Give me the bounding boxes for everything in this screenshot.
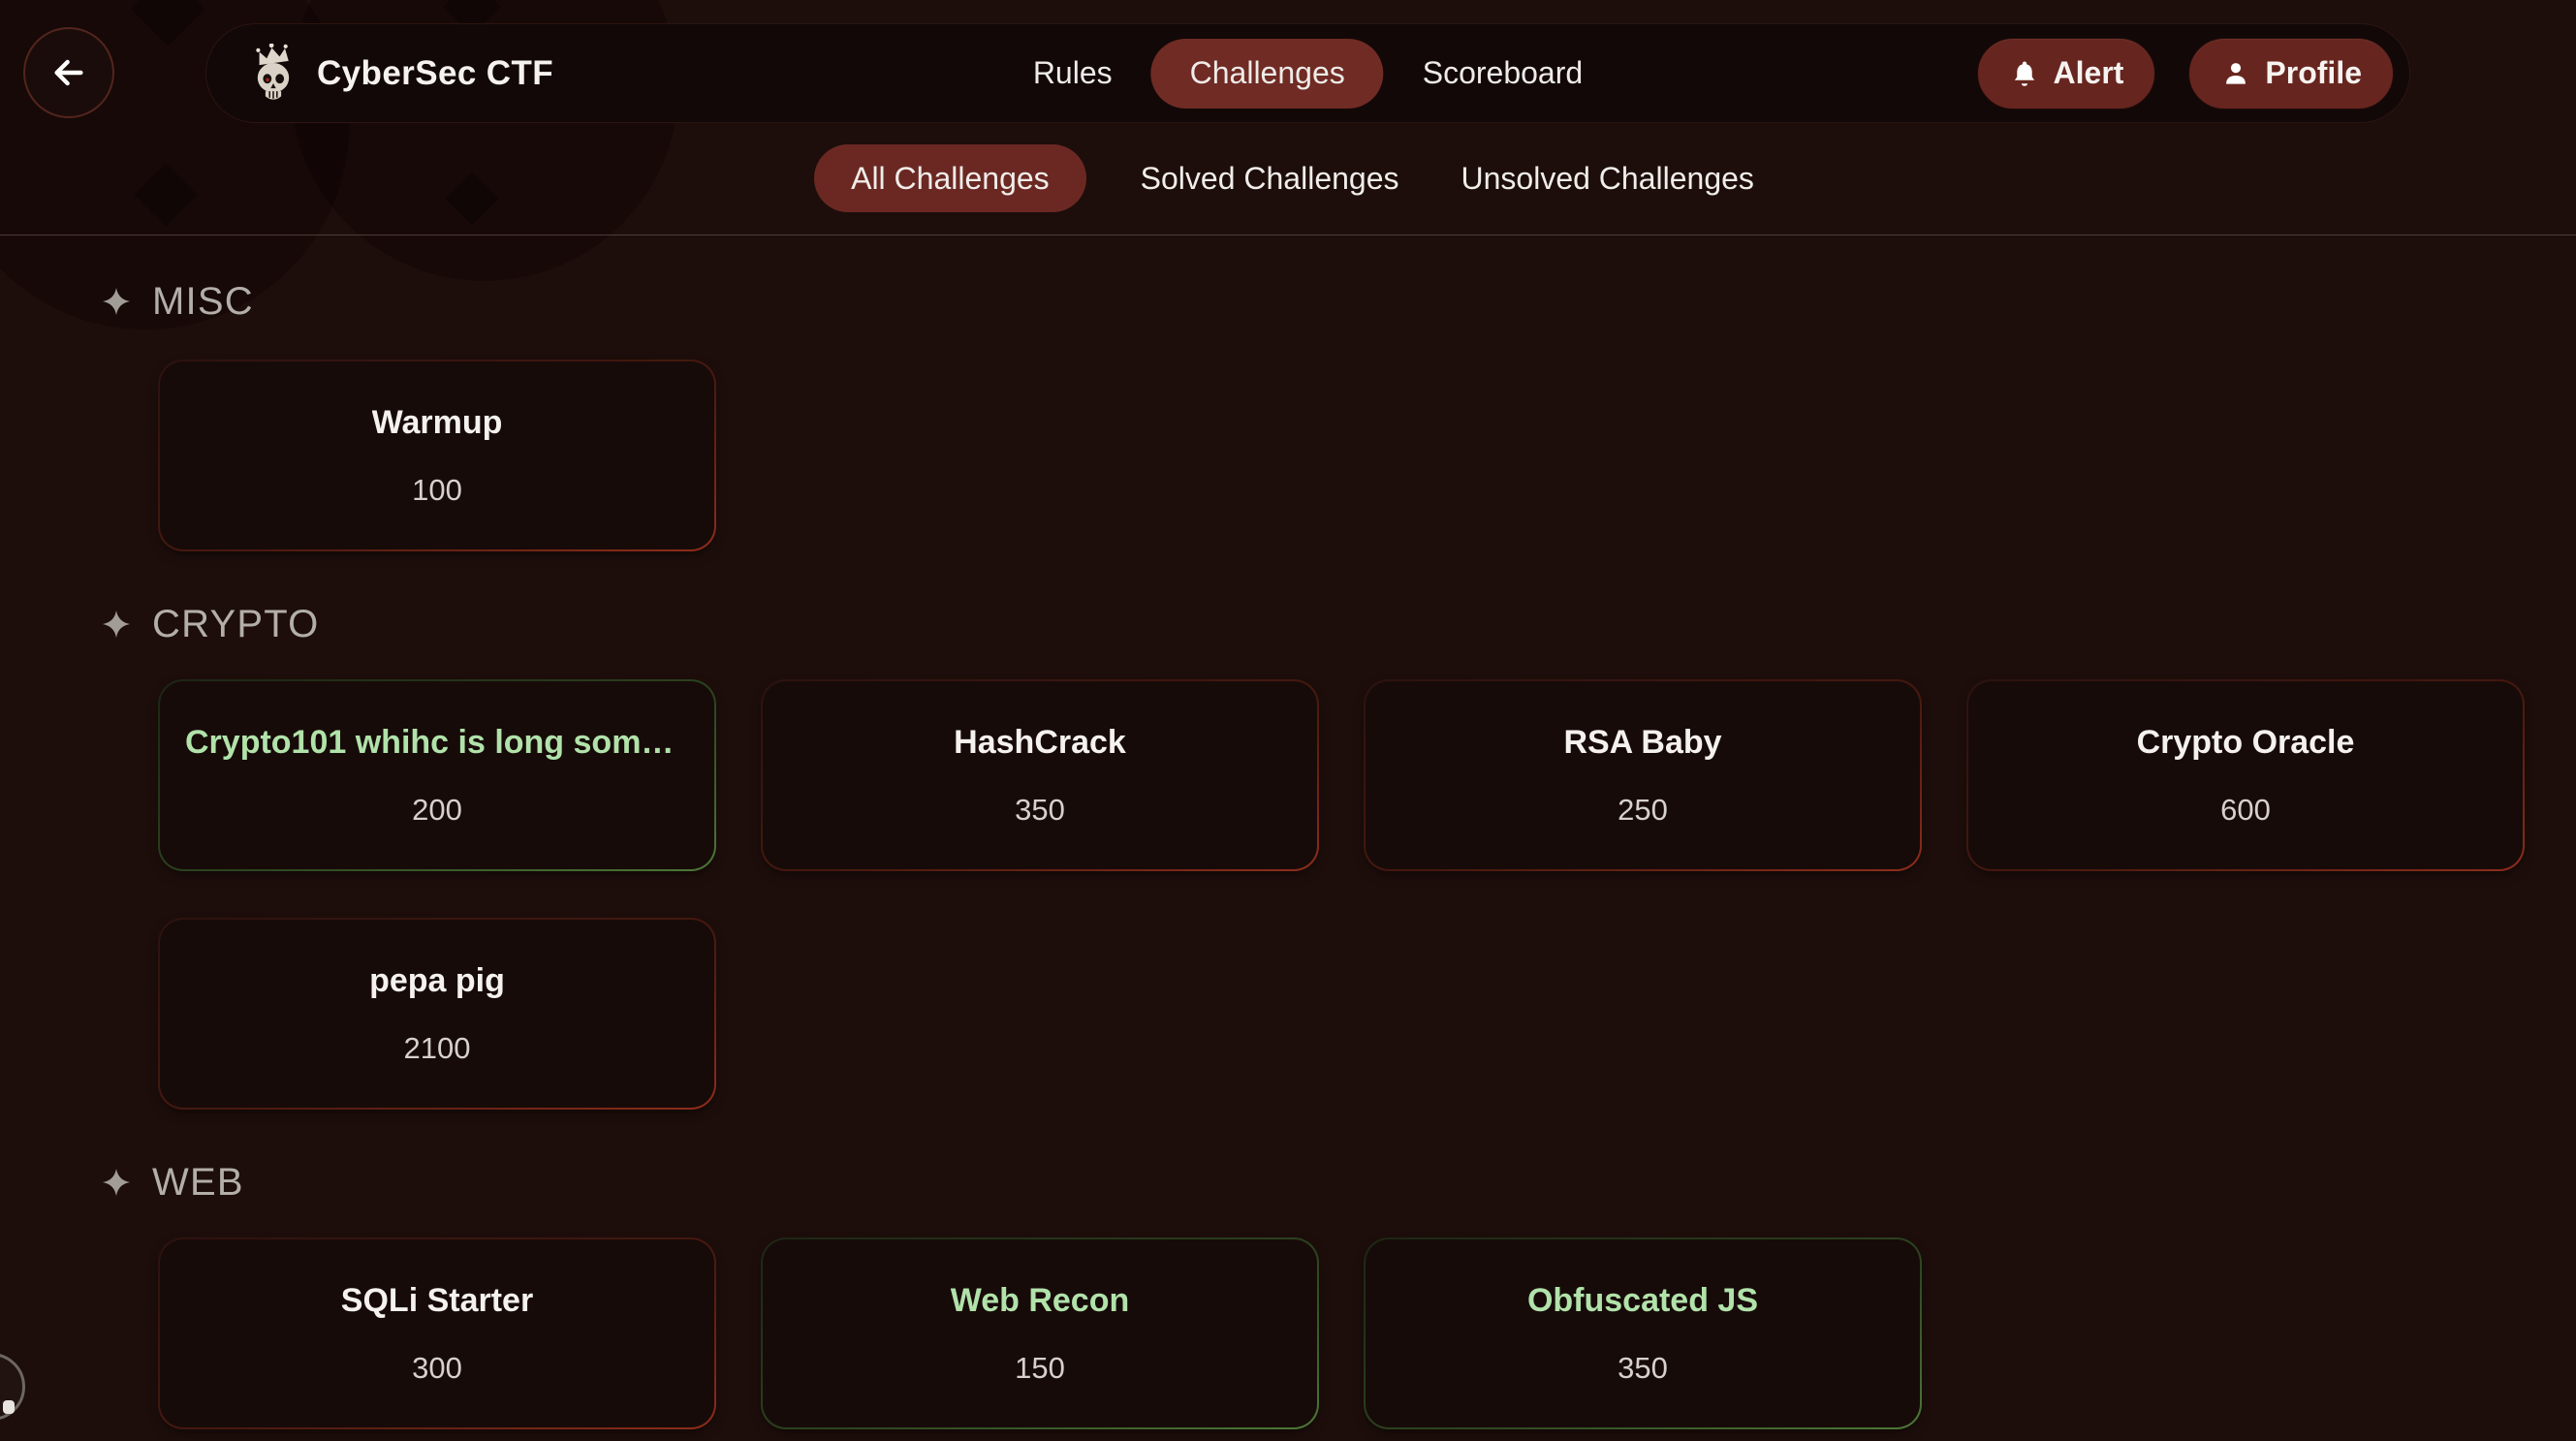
nav-item-rules[interactable]: Rules [1027, 55, 1118, 91]
tab-solved-challenges[interactable]: Solved Challenges [1133, 161, 1407, 197]
challenge-card[interactable]: Warmup 100 [158, 360, 716, 551]
challenge-grid: Crypto101 whihc is long some ho… 200 HashC… [158, 679, 2576, 1110]
alert-button-label: Alert [2054, 55, 2124, 91]
challenge-title: HashCrack [954, 724, 1126, 762]
section-title: CRYPTO [152, 601, 319, 647]
section-header: MISC [102, 278, 2576, 325]
sparkle-icon [102, 286, 131, 317]
tab-all-challenges-active[interactable]: All Challenges [814, 144, 1086, 212]
skull-crown-logo [251, 44, 296, 103]
challenge-points: 150 [1015, 1351, 1065, 1386]
challenge-card[interactable]: RSA Baby 250 [1364, 679, 1922, 871]
challenge-points: 100 [412, 473, 462, 508]
sparkle-icon [102, 1167, 131, 1198]
section-title: MISC [152, 278, 254, 325]
section-title: WEB [152, 1159, 244, 1206]
challenge-grid: Warmup 100 [158, 360, 2576, 551]
back-button[interactable] [23, 27, 114, 118]
nav-item-scoreboard[interactable]: Scoreboard [1417, 55, 1588, 91]
challenge-grid: SQLi Starter 300 Web Recon 150 Obfuscated JS… [158, 1237, 2576, 1429]
navbar: CyberSec CTF Rules Challenges Scoreboard… [205, 23, 2410, 123]
challenge-title: Warmup [372, 404, 503, 442]
background-diamond-decoration [131, 0, 204, 46]
challenge-card[interactable]: Web Recon 150 [761, 1237, 1319, 1429]
challenge-title: SQLi Starter [341, 1282, 533, 1320]
category-section: MISC Warmup 100 [0, 278, 2576, 551]
challenge-points: 2100 [404, 1031, 471, 1066]
header-actions: Alert Profile [1977, 38, 2394, 110]
challenge-points: 350 [1618, 1351, 1668, 1386]
brand-title: CyberSec CTF [317, 54, 553, 93]
profile-button[interactable]: Profile [2188, 38, 2394, 110]
challenge-points: 200 [412, 793, 462, 828]
person-icon [2220, 58, 2251, 89]
challenge-card[interactable]: Crypto Oracle 600 [1966, 679, 2525, 871]
arrow-left-icon [47, 51, 90, 94]
sparkle-icon [102, 609, 131, 640]
sections: MISC Warmup 100 CRYPTO Crypto101 whihc is lo… [0, 235, 2576, 1429]
nav-links: Rules Challenges Scoreboard [1027, 39, 1588, 109]
nav-item-challenges-active[interactable]: Challenges [1151, 39, 1384, 109]
category-section: WEB SQLi Starter 300 Web Recon 150 Obfuscated… [0, 1159, 2576, 1429]
tab-unsolved-challenges[interactable]: Unsolved Challenges [1454, 161, 1762, 197]
filter-tabs: All Challenges Solved Challenges Unsolve… [0, 144, 2576, 212]
challenge-card[interactable]: pepa pig 2100 [158, 918, 716, 1110]
profile-button-label: Profile [2265, 55, 2362, 91]
challenge-points: 250 [1618, 793, 1668, 828]
challenge-title: Obfuscated JS [1527, 1282, 1758, 1320]
challenge-card[interactable]: Obfuscated JS 350 [1364, 1237, 1922, 1429]
challenge-title: Web Recon [951, 1282, 1130, 1320]
challenge-title: Crypto101 whihc is long some ho… [185, 724, 689, 762]
challenge-points: 600 [2220, 793, 2271, 828]
section-header: WEB [102, 1159, 2576, 1206]
floating-button-glyph [3, 1400, 15, 1414]
challenge-title: RSA Baby [1563, 724, 1721, 762]
challenge-points: 350 [1015, 793, 1065, 828]
brand[interactable]: CyberSec CTF [251, 44, 553, 103]
challenge-card[interactable]: HashCrack 350 [761, 679, 1319, 871]
challenge-card[interactable]: Crypto101 whihc is long some ho… 200 [158, 679, 716, 871]
challenge-title: Crypto Oracle [2137, 724, 2355, 762]
category-section: CRYPTO Crypto101 whihc is long some ho… 20… [0, 601, 2576, 1110]
section-header: CRYPTO [102, 601, 2576, 647]
challenge-card[interactable]: SQLi Starter 300 [158, 1237, 716, 1429]
challenge-title: pepa pig [369, 962, 505, 1000]
bell-icon [2009, 58, 2040, 89]
alert-button[interactable]: Alert [1977, 38, 2156, 110]
challenge-points: 300 [412, 1351, 462, 1386]
